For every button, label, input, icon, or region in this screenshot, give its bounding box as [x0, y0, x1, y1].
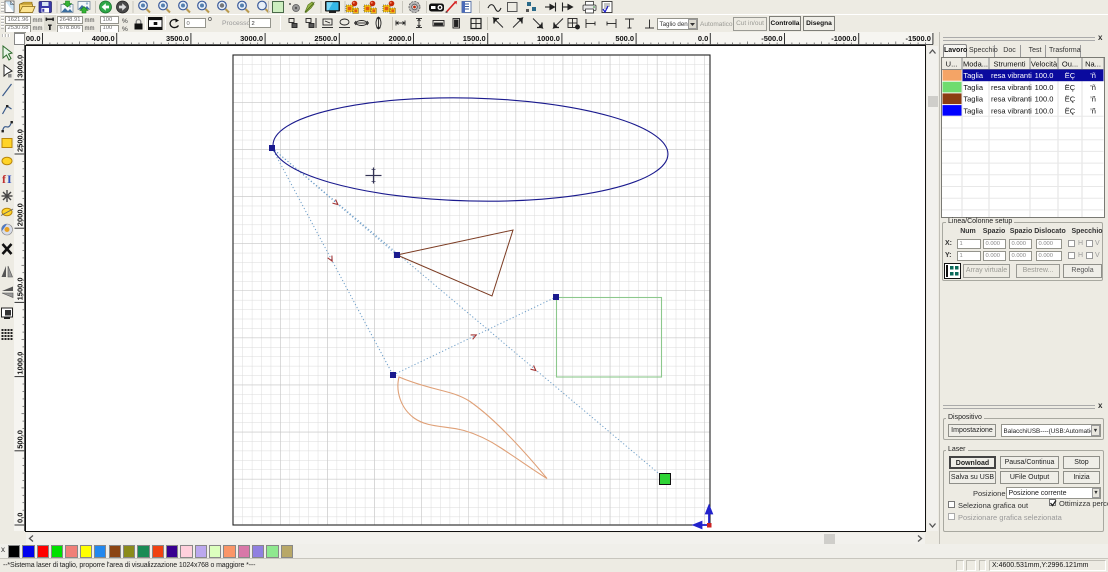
svg-text:Strumenti: Strumenti	[993, 60, 1025, 69]
svg-text:Ou...: Ou...	[1062, 60, 1078, 69]
svg-text:ËÇ: ËÇ	[1065, 95, 1076, 104]
svg-text:Taglia: Taglia	[963, 106, 983, 115]
svg-text:100.0: 100.0	[1035, 71, 1054, 80]
svg-text:Taglia: Taglia	[963, 95, 983, 104]
svg-text:Na...: Na...	[1085, 60, 1101, 69]
svg-text:’ñ: ’ñ	[1090, 95, 1096, 104]
svg-text:resa vibranti: resa vibranti	[991, 95, 1032, 104]
svg-text:’ñ: ’ñ	[1090, 71, 1096, 80]
svg-text:ËÇ: ËÇ	[1065, 83, 1076, 92]
svg-text:ËÇ: ËÇ	[1065, 106, 1076, 115]
svg-text:resa vibranti: resa vibranti	[991, 71, 1032, 80]
svg-text:Taglia: Taglia	[963, 71, 983, 80]
svg-text:resa vibranti: resa vibranti	[991, 106, 1032, 115]
svg-text:100.0: 100.0	[1035, 106, 1054, 115]
svg-text:’ñ: ’ñ	[1090, 83, 1096, 92]
svg-text:100.0: 100.0	[1035, 95, 1054, 104]
svg-text:resa vibranti: resa vibranti	[991, 83, 1032, 92]
svg-text:’ñ: ’ñ	[1090, 106, 1096, 115]
svg-text:Moda...: Moda...	[963, 60, 988, 69]
svg-text:Velocità: Velocità	[1031, 60, 1058, 69]
svg-text:Taglia: Taglia	[963, 83, 983, 92]
svg-text:100.0: 100.0	[1035, 83, 1054, 92]
svg-text:U...: U...	[946, 60, 958, 69]
svg-text:ËÇ: ËÇ	[1065, 71, 1076, 80]
